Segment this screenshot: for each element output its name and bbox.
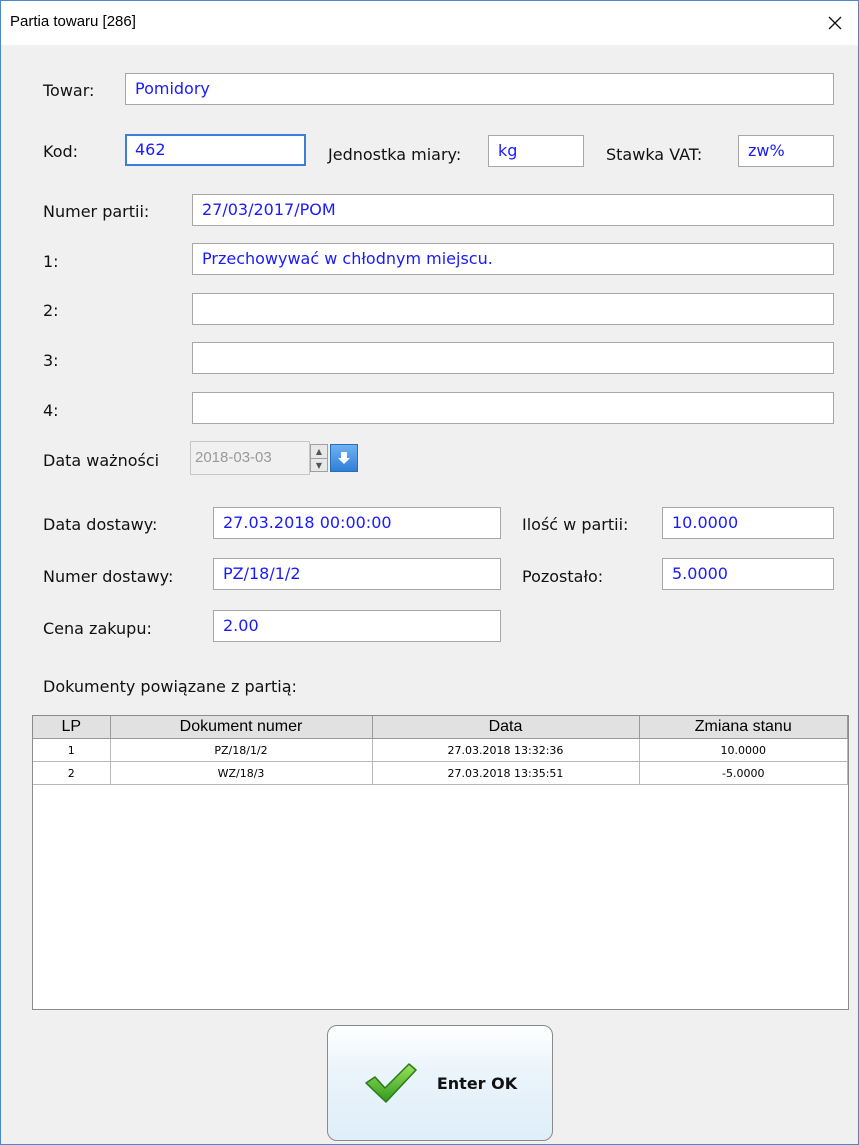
data-waznosci-picker[interactable]: 2018-03-03 ▲ ▼ <box>190 441 372 475</box>
table-header-row: LP Dokument numer Data Zmiana stanu <box>33 716 848 739</box>
documents-grid[interactable]: LP Dokument numer Data Zmiana stanu 1 PZ… <box>32 715 849 1010</box>
pozostalo-label: Pozostało: <box>522 567 604 586</box>
checkmark-icon <box>365 1063 417 1103</box>
title-bar: Partia towaru [286] <box>1 1 858 45</box>
jednostka-miary-field[interactable]: kg <box>488 135 584 167</box>
line4-field[interactable] <box>192 392 834 424</box>
table-row[interactable]: 2 WZ/18/3 27.03.2018 13:35:51 -5.0000 <box>33 761 848 785</box>
jednostka-miary-label: Jednostka miary: <box>328 145 462 164</box>
line3-label: 3: <box>43 351 59 370</box>
line2-label: 2: <box>43 301 59 320</box>
numer-dostawy-field[interactable]: PZ/18/1/2 <box>213 558 501 590</box>
stawka-vat-field[interactable]: zw% <box>738 135 834 167</box>
line3-field[interactable] <box>192 342 834 374</box>
data-waznosci-field[interactable]: 2018-03-03 <box>190 441 310 475</box>
calendar-dropdown-button[interactable] <box>330 444 358 472</box>
stawka-vat-label: Stawka VAT: <box>606 145 703 164</box>
cena-zakupu-label: Cena zakupu: <box>43 619 152 638</box>
data-dostawy-label: Data dostawy: <box>43 515 158 534</box>
towar-label: Towar: <box>43 81 95 100</box>
cell-zmiana-stanu: -5.0000 <box>639 761 848 785</box>
dialog-window: Partia towaru [286] Towar: Pomidory Kod:… <box>0 0 859 1145</box>
cell-data: 27.03.2018 13:35:51 <box>372 761 640 785</box>
documents-table: LP Dokument numer Data Zmiana stanu 1 PZ… <box>33 716 848 785</box>
cell-dokument-numer: WZ/18/3 <box>110 761 373 785</box>
dokumenty-label: Dokumenty powiązane z partią: <box>43 677 297 696</box>
close-button[interactable] <box>812 1 858 45</box>
kod-field[interactable]: 462 <box>125 134 306 166</box>
pozostalo-field[interactable]: 5.0000 <box>662 558 834 590</box>
calendar-dropdown-icon <box>338 452 350 464</box>
line2-field[interactable] <box>192 293 834 325</box>
cell-data: 27.03.2018 13:32:36 <box>372 738 640 762</box>
window-title: Partia towaru [286] <box>10 13 136 30</box>
close-icon <box>828 16 842 30</box>
line1-field[interactable]: Przechowywać w chłodnym miejscu. <box>192 243 834 275</box>
ilosc-label: Ilość w partii: <box>522 515 629 534</box>
cell-lp: 1 <box>33 738 111 762</box>
data-dostawy-field[interactable]: 27.03.2018 00:00:00 <box>213 507 501 539</box>
cena-zakupu-field[interactable]: 2.00 <box>213 610 501 642</box>
numer-dostawy-label: Numer dostawy: <box>43 567 174 586</box>
spin-down-icon[interactable]: ▼ <box>311 458 327 472</box>
ilosc-field[interactable]: 10.0000 <box>662 507 834 539</box>
numer-partii-field[interactable]: 27/03/2017/POM <box>192 194 834 226</box>
cell-lp: 2 <box>33 761 111 785</box>
data-waznosci-label: Data ważności <box>43 451 160 470</box>
enter-ok-button[interactable]: Enter OK <box>327 1025 553 1141</box>
numer-partii-label: Numer partii: <box>43 202 150 221</box>
cell-zmiana-stanu: 10.0000 <box>639 738 848 762</box>
column-header-lp[interactable]: LP <box>33 716 111 739</box>
date-spinner[interactable]: ▲ ▼ <box>310 444 328 472</box>
line4-label: 4: <box>43 401 59 420</box>
line1-label: 1: <box>43 252 59 271</box>
spin-up-icon[interactable]: ▲ <box>311 445 327 458</box>
column-header-data[interactable]: Data <box>372 716 640 739</box>
table-row[interactable]: 1 PZ/18/1/2 27.03.2018 13:32:36 10.0000 <box>33 738 848 762</box>
enter-ok-label: Enter OK <box>436 1073 518 1093</box>
kod-label: Kod: <box>43 142 79 161</box>
column-header-dokument-numer[interactable]: Dokument numer <box>110 716 373 739</box>
cell-dokument-numer: PZ/18/1/2 <box>110 738 373 762</box>
column-header-zmiana-stanu[interactable]: Zmiana stanu <box>639 716 848 739</box>
towar-field[interactable]: Pomidory <box>125 73 834 105</box>
